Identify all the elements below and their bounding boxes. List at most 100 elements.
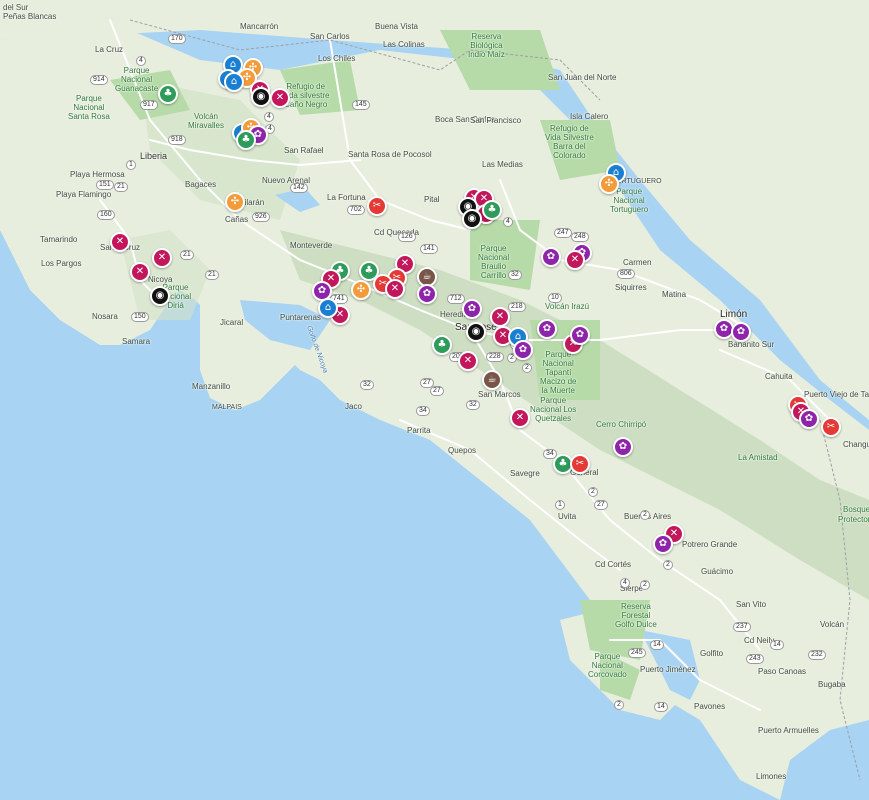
road-shield: 14 (770, 640, 784, 650)
shopping-icon[interactable]: ✂ (570, 454, 590, 474)
road-shield: 247 (554, 228, 572, 238)
label-isla-calero: Isla Calero (570, 112, 609, 121)
road-shield: 32 (508, 270, 522, 280)
road-shield: 702 (347, 205, 365, 215)
label-cerro-chirripo: Cerro Chirripó (596, 420, 647, 429)
road-shield: 917 (140, 100, 158, 110)
label-la-cruz: La Cruz (95, 45, 124, 54)
art-icon[interactable]: ✿ (799, 409, 819, 429)
art-icon[interactable]: ✿ (513, 340, 533, 360)
road-shield: 232 (808, 650, 826, 660)
restaurant-icon[interactable]: ✕ (130, 262, 150, 282)
restaurant-icon[interactable]: ✕ (152, 248, 172, 268)
road-shield: 1 (555, 500, 565, 510)
road-shield: 245 (628, 648, 646, 658)
adventure-icon[interactable]: ✣ (599, 174, 619, 194)
restaurant-icon[interactable]: ✕ (510, 408, 530, 428)
shopping-icon[interactable]: ✂ (821, 417, 841, 437)
restaurant-icon[interactable]: ✕ (270, 88, 290, 108)
map-view[interactable]: Peñas Blancas del Sur Mancarrón San Carl… (0, 0, 869, 800)
label-cd-cortes: Cd Cortés (595, 560, 632, 569)
nature-icon[interactable]: ♣ (236, 130, 256, 150)
label-las-colinas: Las Colinas (383, 40, 425, 49)
art-icon[interactable]: ✿ (462, 299, 482, 319)
label-san-marcos: San Marcos (478, 390, 521, 399)
nature-icon[interactable]: ♣ (432, 335, 452, 355)
label-pn-guanacaste: Parque Nacional Guanacaste (115, 66, 159, 93)
lodging-icon[interactable]: ⌂ (318, 298, 338, 318)
label-samara: Samara (122, 337, 151, 346)
label-las-medias: Las Medias (482, 160, 523, 169)
road-shield: 145 (352, 100, 370, 110)
label-la-fortuna: La Fortuna (327, 193, 366, 202)
road-shield: 34 (416, 406, 430, 416)
label-quepos: Quepos (448, 446, 477, 455)
label-pn-santa-rosa: Parque Nacional Santa Rosa (68, 94, 110, 121)
label-puntarenas: Puntarenas (280, 313, 321, 322)
label-playa-hermosa: Playa Hermosa (70, 170, 125, 179)
label-carmen: Carmen (623, 258, 652, 267)
label-liberia: Liberia (140, 151, 168, 161)
road-shield: 14 (650, 640, 664, 650)
road-shield: 141 (420, 244, 438, 254)
restaurant-icon[interactable]: ✕ (490, 307, 510, 327)
road-shield: 2 (663, 560, 673, 570)
label-volcan: Volcán (820, 620, 845, 629)
restaurant-icon[interactable]: ✕ (110, 232, 130, 252)
road-shield: 151 (96, 180, 114, 190)
other-icon[interactable]: ◉ (251, 87, 271, 107)
label-protector: Protector (838, 515, 869, 524)
other-icon[interactable]: ◉ (462, 209, 482, 229)
shopping-icon[interactable]: ✂ (367, 196, 387, 216)
label-pn-corcovado: Parque Nacional Corcovado (588, 652, 627, 679)
label-cahuita: Cahuita (765, 372, 793, 381)
label-monteverde: Monteverde (290, 241, 333, 250)
road-shield: 1 (126, 160, 136, 170)
art-icon[interactable]: ✿ (613, 437, 633, 457)
road-shield: 2 (614, 700, 624, 710)
label-tamarindo: Tamarindo (40, 235, 78, 244)
label-limon: Limón (720, 309, 748, 320)
label-san-rafael: San Rafael (284, 146, 324, 155)
nature-icon[interactable]: ♣ (482, 200, 502, 220)
road-shield: 4 (136, 56, 146, 66)
road-shield: 2 (640, 510, 650, 520)
art-icon[interactable]: ✿ (537, 319, 557, 339)
label-paso-canoas: Paso Canoas (758, 667, 807, 676)
art-icon[interactable]: ✿ (570, 325, 590, 345)
restaurant-icon[interactable]: ✕ (385, 279, 405, 299)
road-shield: 2 (640, 580, 650, 590)
road-shield: 926 (252, 212, 270, 222)
road-shield: 806 (617, 269, 635, 279)
road-shield: 712 (447, 294, 465, 304)
label-reserva-indio-maiz: Reserva Biológica Indio Maíz (468, 32, 505, 59)
label-canas: Cañas (225, 215, 249, 224)
road-shield: 126 (398, 232, 416, 242)
label-pn-los-quetzales: Parque Nacional Los Quetzales (530, 396, 577, 423)
art-icon[interactable]: ✿ (417, 284, 437, 304)
adventure-icon[interactable]: ✣ (351, 280, 371, 300)
road-shield: 237 (733, 622, 751, 632)
art-icon[interactable]: ✿ (541, 247, 561, 267)
road-shield: 10 (548, 293, 562, 303)
art-icon[interactable]: ✿ (731, 322, 751, 342)
restaurant-icon[interactable]: ✕ (458, 351, 478, 371)
lodging-icon[interactable]: ⌂ (224, 72, 244, 92)
art-icon[interactable]: ✿ (653, 534, 673, 554)
restaurant-icon[interactable]: ✕ (565, 250, 585, 270)
label-bagaces: Bagaces (185, 180, 217, 189)
label-los-pargos: Los Pargos (41, 259, 82, 268)
label-jaco: Jaco (345, 402, 362, 411)
adventure-icon[interactable]: ✣ (225, 192, 245, 212)
coffee-icon[interactable]: ☕ (482, 370, 502, 390)
label-parrita: Parrita (407, 426, 431, 435)
nature-icon[interactable]: ♣ (158, 84, 178, 104)
label-del-sur: del Sur (3, 3, 29, 12)
label-matina: Matina (662, 290, 687, 299)
other-icon[interactable]: ◉ (150, 286, 170, 306)
road-shield: 21 (205, 270, 219, 280)
road-shield: 4 (503, 217, 513, 227)
label-volcan-miravalles: Volcán Miravalles (188, 112, 225, 130)
label-pn-braulio-carrillo: Parque Nacional Braulio Carrillo (478, 244, 510, 280)
other-icon[interactable]: ◉ (466, 322, 486, 342)
